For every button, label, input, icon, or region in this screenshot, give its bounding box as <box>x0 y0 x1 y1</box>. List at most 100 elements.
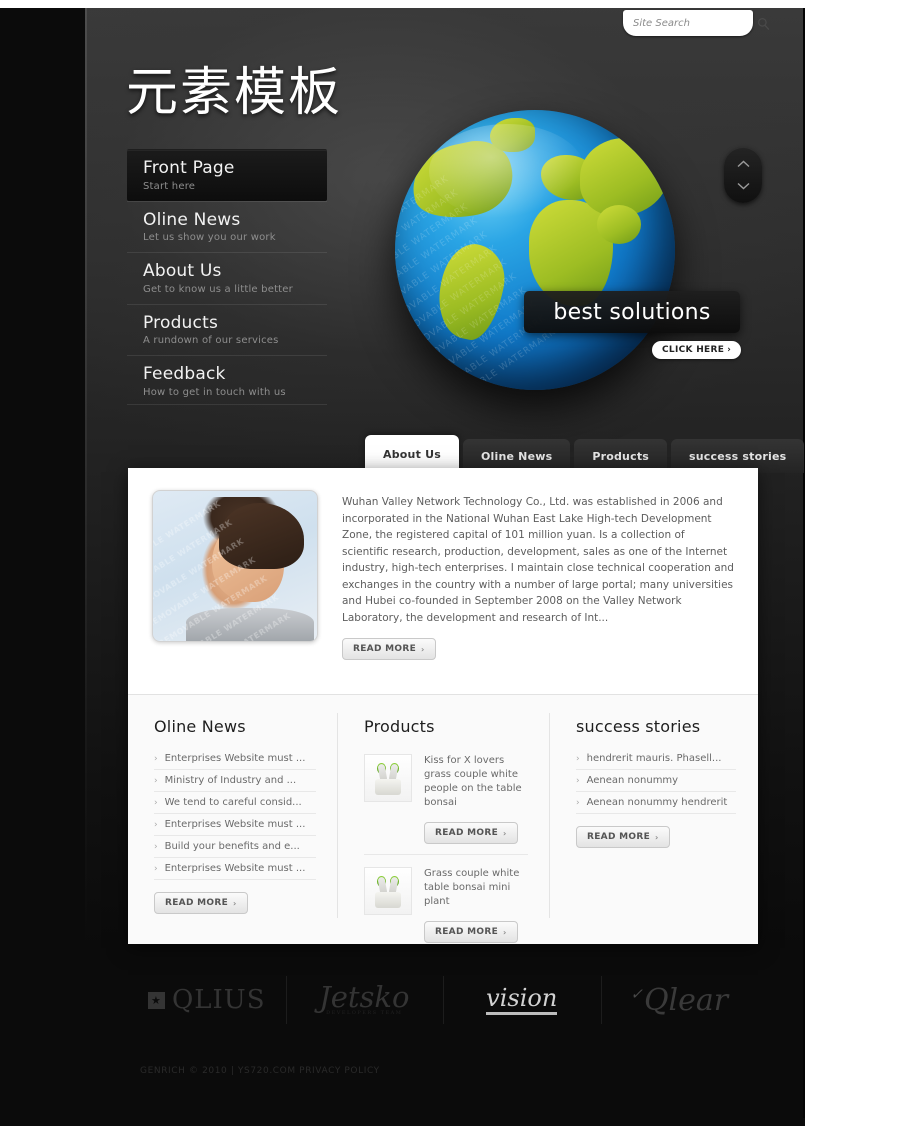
column-success-stories: success stories › hendrerit mauris. Phas… <box>550 695 758 944</box>
partner-logo-qlear[interactable]: ✓ Qlear <box>600 968 759 1032</box>
globe-land-south-america <box>430 239 511 345</box>
product-read-more-button[interactable]: READ MORE › <box>424 921 518 943</box>
product-body: Grass couple white table bonsai mini pla… <box>424 867 528 943</box>
nav-item-feedback[interactable]: Feedback How to get in touch with us <box>127 355 327 407</box>
hero-caption: best solutions <box>524 291 740 333</box>
chevron-right-icon: › <box>154 819 158 830</box>
nav-item-front-page[interactable]: Front Page Start here <box>127 149 327 201</box>
read-more-label: READ MORE <box>587 832 651 842</box>
page-root: 元素模板 Front Page Start here Oline News Le… <box>0 0 900 1126</box>
nav-item-oline-news[interactable]: Oline News Let us show you our work <box>127 200 327 253</box>
list-item[interactable]: › hendrerit mauris. Phasell... <box>576 748 736 770</box>
globe-land-arabia <box>596 205 642 245</box>
read-more-label: READ MORE <box>435 927 499 937</box>
chevron-up-icon <box>737 160 749 168</box>
news-read-more-button[interactable]: READ MORE › <box>154 892 248 914</box>
nav-item-title: Products <box>143 312 219 333</box>
slider-controls <box>724 147 762 203</box>
partner-logo-qlius[interactable]: ★ QLIUS <box>128 968 286 1032</box>
column-title: Oline News <box>154 717 246 736</box>
list-item[interactable]: › Aenean nonummy <box>576 770 736 792</box>
column-oline-news: Oline News › Enterprises Website must ..… <box>128 695 338 944</box>
globe-illustration: REMOVABLE WATERMARK REMOVABLE WATERMARK … <box>395 110 675 390</box>
partner-name: Qlear <box>643 982 729 1018</box>
globe-land-north-america <box>405 133 520 227</box>
search-input[interactable] <box>633 10 757 36</box>
check-icon: ✓ <box>630 984 643 1003</box>
list-item-label: hendrerit mauris. Phasell... <box>586 753 722 764</box>
globe-land-greenland <box>490 118 535 152</box>
site-logo[interactable]: 元素模板 <box>126 50 342 125</box>
about-portrait-image: REMOVABLE WATERMARK REMOVABLE WATERMARK … <box>152 490 318 642</box>
slider-next-button[interactable] <box>733 179 753 193</box>
about-description: Wuhan Valley Network Technology Co., Ltd… <box>342 496 734 624</box>
bonsai-figurine-icon <box>364 754 412 802</box>
list-item-label: We tend to careful consid... <box>164 797 302 808</box>
partner-name: vision <box>486 986 558 1015</box>
about-read-more-button[interactable]: READ MORE › <box>342 638 436 660</box>
slider-prev-button[interactable] <box>733 157 753 171</box>
list-item-label: Build your benefits and e... <box>164 841 300 852</box>
partner-name: QLIUS <box>171 985 266 1015</box>
partner-logos: ★ QLIUS Jetsko DEVELOPERS TEAM vision ✓ … <box>128 968 758 1032</box>
search-button[interactable] <box>757 14 770 32</box>
main-navigation: Front Page Start here Oline News Let us … <box>127 149 327 407</box>
copyright-text: GENRICH © 2010 | YS720.COM PRIVACY POLIC… <box>140 1066 380 1076</box>
product-item[interactable]: Grass couple white table bonsai mini pla… <box>364 854 528 953</box>
read-more-label: READ MORE <box>435 828 499 838</box>
star-icon: ★ <box>147 991 165 1009</box>
chevron-right-icon: › <box>576 775 580 786</box>
nav-bottom-divider <box>127 404 327 405</box>
about-body: Wuhan Valley Network Technology Co., Ltd… <box>342 490 734 672</box>
chevron-right-icon: › <box>154 841 158 852</box>
product-body: Kiss for X lovers grass couple white peo… <box>424 754 528 844</box>
stories-read-more-button[interactable]: READ MORE › <box>576 826 670 848</box>
news-list: › Enterprises Website must ... › Ministr… <box>154 748 316 880</box>
canvas-right-edge <box>803 0 805 1118</box>
list-item[interactable]: › Ministry of Industry and ... <box>154 770 316 792</box>
read-more-label: READ MORE <box>165 898 229 908</box>
product-title: Kiss for X lovers grass couple white peo… <box>424 755 522 808</box>
list-item[interactable]: › Enterprises Website must ... <box>154 858 316 880</box>
nav-item-subtitle: Let us show you our work <box>143 232 276 244</box>
product-item[interactable]: Kiss for X lovers grass couple white peo… <box>364 748 528 854</box>
list-item[interactable]: › Aenean nonummy hendrerit <box>576 792 736 814</box>
chevron-right-icon: › <box>655 832 659 842</box>
chevron-right-icon: › <box>727 345 732 355</box>
chevron-right-icon: › <box>503 927 507 937</box>
bonsai-figurine-icon <box>364 867 412 915</box>
product-read-more-button[interactable]: READ MORE › <box>424 822 518 844</box>
partner-logo-vision[interactable]: vision <box>443 968 601 1032</box>
list-item-label: Enterprises Website must ... <box>164 819 306 830</box>
list-item[interactable]: › Build your benefits and e... <box>154 836 316 858</box>
hero-caption-text: best solutions <box>553 299 711 325</box>
portrait-hair <box>218 503 304 569</box>
stories-list: › hendrerit mauris. Phasell... › Aenean … <box>576 748 736 814</box>
globe-land-asia <box>579 138 670 217</box>
nav-item-title: Front Page <box>143 158 235 178</box>
site-search[interactable] <box>623 10 770 36</box>
portrait-shoulder <box>185 608 314 641</box>
partner-logo-jetsko[interactable]: Jetsko DEVELOPERS TEAM <box>285 968 444 1032</box>
column-products: Products Kiss for X lovers grass couple … <box>338 695 550 944</box>
chevron-right-icon: › <box>154 797 158 808</box>
list-item[interactable]: › Enterprises Website must ... <box>154 814 316 836</box>
hero-cta-button[interactable]: CLICK HERE › <box>652 341 742 359</box>
nav-item-title: Feedback <box>143 364 226 385</box>
chevron-right-icon: › <box>154 753 158 764</box>
product-title: Grass couple white table bonsai mini pla… <box>424 868 520 907</box>
list-item[interactable]: › Enterprises Website must ... <box>154 748 316 770</box>
chevron-right-icon: › <box>154 775 158 786</box>
column-title: success stories <box>576 717 701 736</box>
list-item[interactable]: › We tend to careful consid... <box>154 792 316 814</box>
search-icon <box>758 17 770 30</box>
nav-item-subtitle: How to get in touch with us <box>143 386 286 398</box>
list-item-label: Ministry of Industry and ... <box>164 775 297 786</box>
list-item-label: Enterprises Website must ... <box>164 863 306 874</box>
chevron-right-icon: › <box>503 828 507 838</box>
nav-item-about-us[interactable]: About Us Get to know us a little better <box>127 252 327 304</box>
footer-columns: Oline News › Enterprises Website must ..… <box>128 695 758 944</box>
nav-item-subtitle: A rundown of our services <box>143 335 279 347</box>
nav-item-products[interactable]: Products A rundown of our services <box>127 303 327 356</box>
list-item-label: Enterprises Website must ... <box>164 753 306 764</box>
